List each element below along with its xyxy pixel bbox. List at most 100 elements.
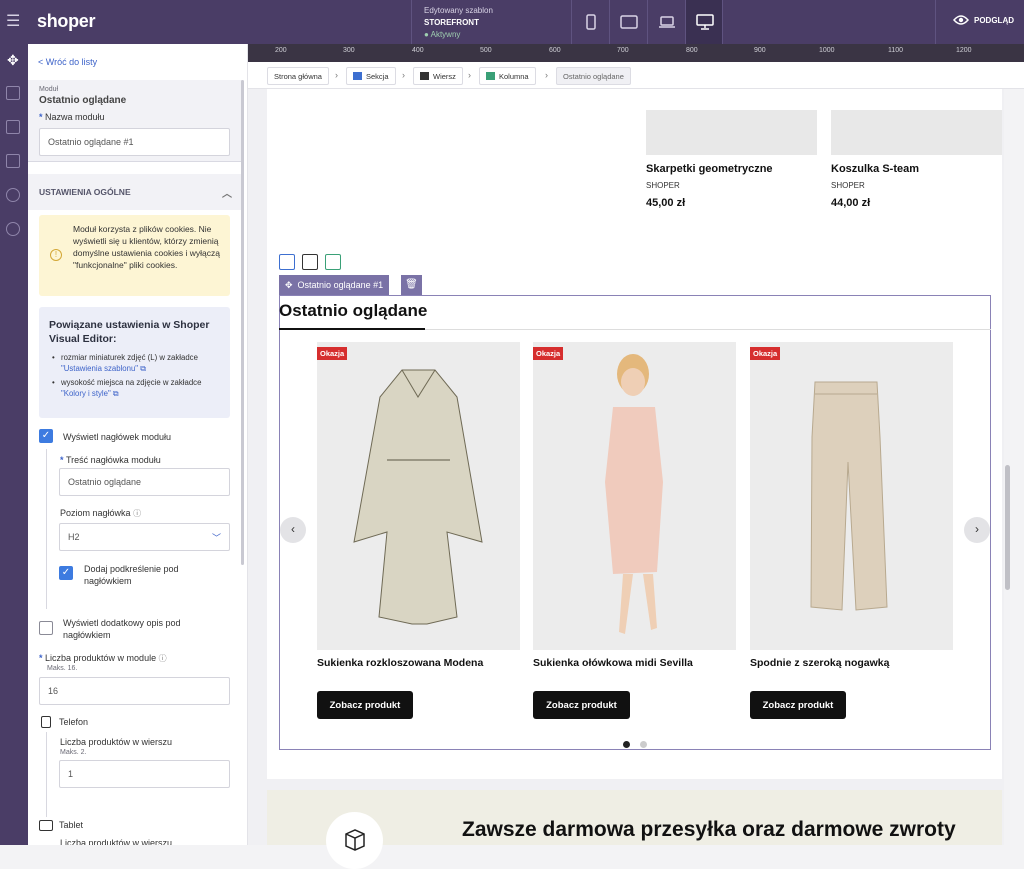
carousel-next-button[interactable]: › xyxy=(964,517,990,543)
divider xyxy=(722,0,723,44)
ruler-tick: 400 xyxy=(412,47,424,54)
chevron-up-icon: ︿ xyxy=(222,189,232,200)
product-thumbnail[interactable] xyxy=(646,110,817,155)
help-icon: ⓘ xyxy=(158,654,167,663)
module-name-input[interactable]: Ostatnio oglądane #1 xyxy=(39,128,230,156)
carousel-prev-button[interactable]: ‹ xyxy=(280,517,306,543)
per-row-label: Liczba produktów w wierszu xyxy=(60,737,173,747)
tablet-per-row-label: Liczba produktów w wierszu xyxy=(60,838,173,845)
section-icon xyxy=(353,72,362,80)
ruler-tick: 600 xyxy=(549,47,561,54)
card-title[interactable]: Spodnie z szeroką nogawką xyxy=(750,657,889,669)
settings-gear-icon[interactable] xyxy=(6,222,20,236)
carousel-dot[interactable] xyxy=(640,741,647,748)
layout-section-icon[interactable] xyxy=(279,254,295,270)
template-name: STOREFRONT xyxy=(424,18,479,27)
phone-label: Telefon xyxy=(59,717,89,727)
nesting-line xyxy=(46,732,47,817)
per-row-hint: Maks. 2. xyxy=(60,749,87,756)
section-title: USTAWIENIA OGÓLNE xyxy=(39,187,131,197)
name-label-row: * Nazwa modułu xyxy=(39,112,105,122)
view-product-button[interactable]: Zobacz produkt xyxy=(533,691,630,719)
template-settings-link[interactable]: "Ustawienia szablonu" ⧉ xyxy=(61,364,146,373)
phone-icon xyxy=(41,716,51,728)
sections-icon[interactable] xyxy=(6,86,20,100)
extra-desc-checkbox[interactable] xyxy=(39,621,53,635)
panel-scrollbar[interactable] xyxy=(241,80,244,565)
chevron-right-icon: › xyxy=(468,70,471,80)
product-name[interactable]: Koszulka S-team xyxy=(831,163,919,175)
device-phone-button[interactable] xyxy=(571,0,609,44)
cookie-warning: ! Moduł korzysta z plików cookies. Nie w… xyxy=(39,215,230,296)
menu-icon[interactable]: ☰ xyxy=(6,11,20,31)
device-tablet-button[interactable] xyxy=(609,0,647,44)
layers-icon[interactable] xyxy=(6,120,20,134)
product-brand: SHOPER xyxy=(831,181,865,190)
breadcrumb-home[interactable]: Strona główna xyxy=(267,67,329,85)
product-image[interactable] xyxy=(750,342,953,650)
product-image[interactable] xyxy=(317,342,520,650)
device-laptop-button[interactable] xyxy=(647,0,685,44)
product-thumbnail[interactable] xyxy=(831,110,1002,155)
delete-module-button[interactable]: 🗑 xyxy=(401,275,422,295)
extra-desc-label: Wyświetl dodatkowy opis pod nagłówkiem xyxy=(63,618,181,640)
general-settings-header[interactable]: USTAWIENIA OGÓLNE ︿ xyxy=(28,174,242,210)
template-label: Edytowany szablon xyxy=(424,6,493,15)
product-name[interactable]: Skarpetki geometryczne xyxy=(646,163,773,175)
breadcrumb-column[interactable]: Kolumna xyxy=(479,67,536,85)
canvas-scrollbar[interactable] xyxy=(1005,465,1010,590)
eye-icon xyxy=(953,15,969,25)
module-tag[interactable]: ✥ Ostatnio oglądane #1 xyxy=(279,275,390,295)
show-header-label: Wyświetl nagłówek modułu xyxy=(63,432,171,442)
breadcrumb-section[interactable]: Sekcja xyxy=(346,67,396,85)
view-product-button[interactable]: Zobacz produkt xyxy=(317,691,413,719)
preview-button[interactable]: PODGLĄD xyxy=(953,14,1014,26)
ruler-tick: 700 xyxy=(617,47,629,54)
card-title[interactable]: Sukienka rozkloszowana Modena xyxy=(317,657,483,669)
name-label: Nazwa modułu xyxy=(45,112,105,122)
tablet-icon xyxy=(619,15,638,29)
header-content-input[interactable]: Ostatnio oglądane xyxy=(59,468,230,496)
product-count-input[interactable]: 16 xyxy=(39,677,230,705)
phone-icon xyxy=(585,14,596,30)
layout-column-icon[interactable] xyxy=(325,254,341,270)
breadcrumb: Strona główna › Sekcja › Wiersz › Kolumn… xyxy=(248,62,1024,89)
pages-icon[interactable] xyxy=(6,154,20,168)
header-level-select[interactable]: H2 ﹀ xyxy=(59,523,230,551)
row-icon xyxy=(420,72,429,80)
model-image xyxy=(605,354,663,634)
device-desktop-button[interactable] xyxy=(685,0,723,44)
back-to-list-link[interactable]: < Wróć do listy xyxy=(38,57,97,67)
per-row-input[interactable]: 1 xyxy=(59,760,230,788)
carousel-dot-active[interactable] xyxy=(623,741,630,748)
product-count-hint: Maks. 16. xyxy=(47,665,78,672)
dress-image xyxy=(353,369,483,625)
card-title[interactable]: Sukienka ołówkowa midi Sevilla xyxy=(533,657,693,669)
move-tool-icon[interactable]: ✥ xyxy=(7,52,19,69)
breadcrumb-current[interactable]: Ostatnio oglądane xyxy=(556,67,631,85)
ruler-tick: 900 xyxy=(754,47,766,54)
palette-icon[interactable] xyxy=(6,188,20,202)
related-title: Powiązane ustawienia w Shoper Visual Edi… xyxy=(49,319,210,345)
shoper-logo: shoper xyxy=(37,11,96,31)
show-header-checkbox[interactable]: ✓ xyxy=(39,429,53,443)
layout-row-icon[interactable] xyxy=(302,254,318,270)
view-product-button[interactable]: Zobacz produkt xyxy=(750,691,846,719)
chevron-right-icon: › xyxy=(335,70,338,80)
ruler-tick: 1100 xyxy=(888,47,904,54)
tool-rail: ✥ xyxy=(0,44,28,845)
product-price: 44,00 zł xyxy=(831,197,871,209)
ruler: 200 300 400 500 600 700 800 900 1000 110… xyxy=(248,44,1024,62)
move-icon[interactable]: ✥ xyxy=(285,280,293,291)
underline-checkbox[interactable]: ✓ xyxy=(59,566,73,580)
return-box-icon xyxy=(326,812,383,869)
breadcrumb-row[interactable]: Wiersz xyxy=(413,67,463,85)
product-image[interactable] xyxy=(533,342,736,650)
help-icon: ⓘ xyxy=(133,509,142,518)
template-status: ● Aktywny xyxy=(424,30,461,39)
ruler-tick: 800 xyxy=(686,47,698,54)
ruler-tick: 1200 xyxy=(956,47,972,54)
nesting-line xyxy=(46,449,47,609)
ruler-tick: 300 xyxy=(343,47,355,54)
colors-styles-link[interactable]: "Kolory i style" ⧉ xyxy=(61,389,118,398)
